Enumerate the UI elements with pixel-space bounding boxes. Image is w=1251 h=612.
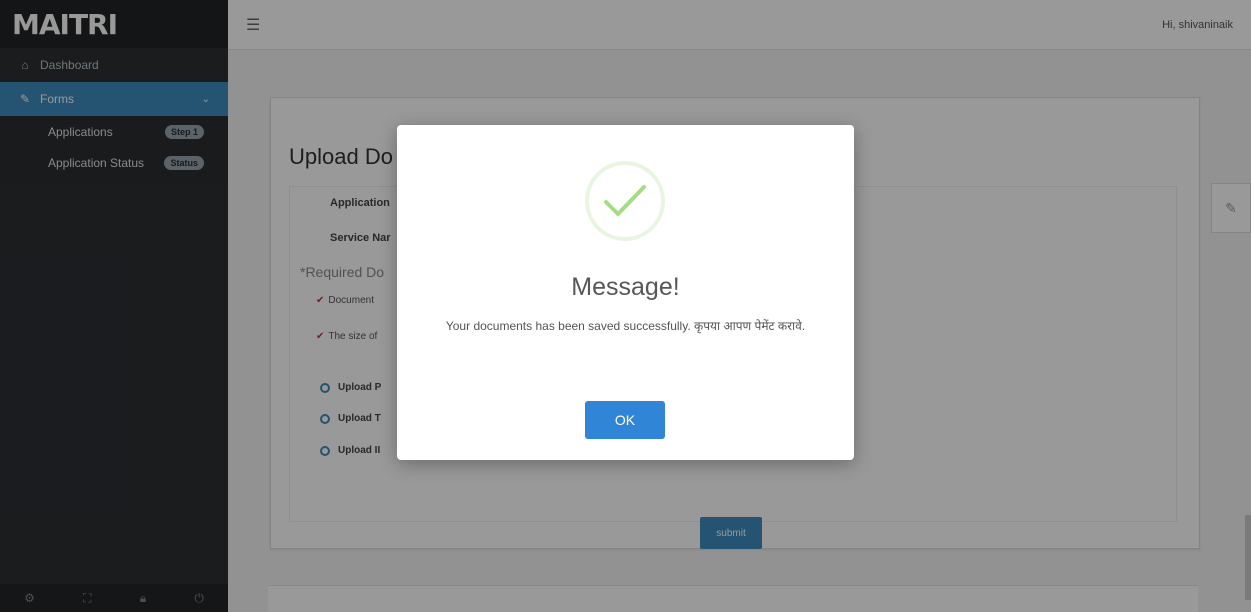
- ok-button[interactable]: OK: [585, 401, 665, 439]
- dialog-title: Message!: [571, 273, 680, 301]
- dialog-message: Your documents has been saved successful…: [445, 319, 806, 333]
- success-check-icon: [585, 161, 665, 241]
- message-dialog: Message! Your documents has been saved s…: [397, 125, 854, 460]
